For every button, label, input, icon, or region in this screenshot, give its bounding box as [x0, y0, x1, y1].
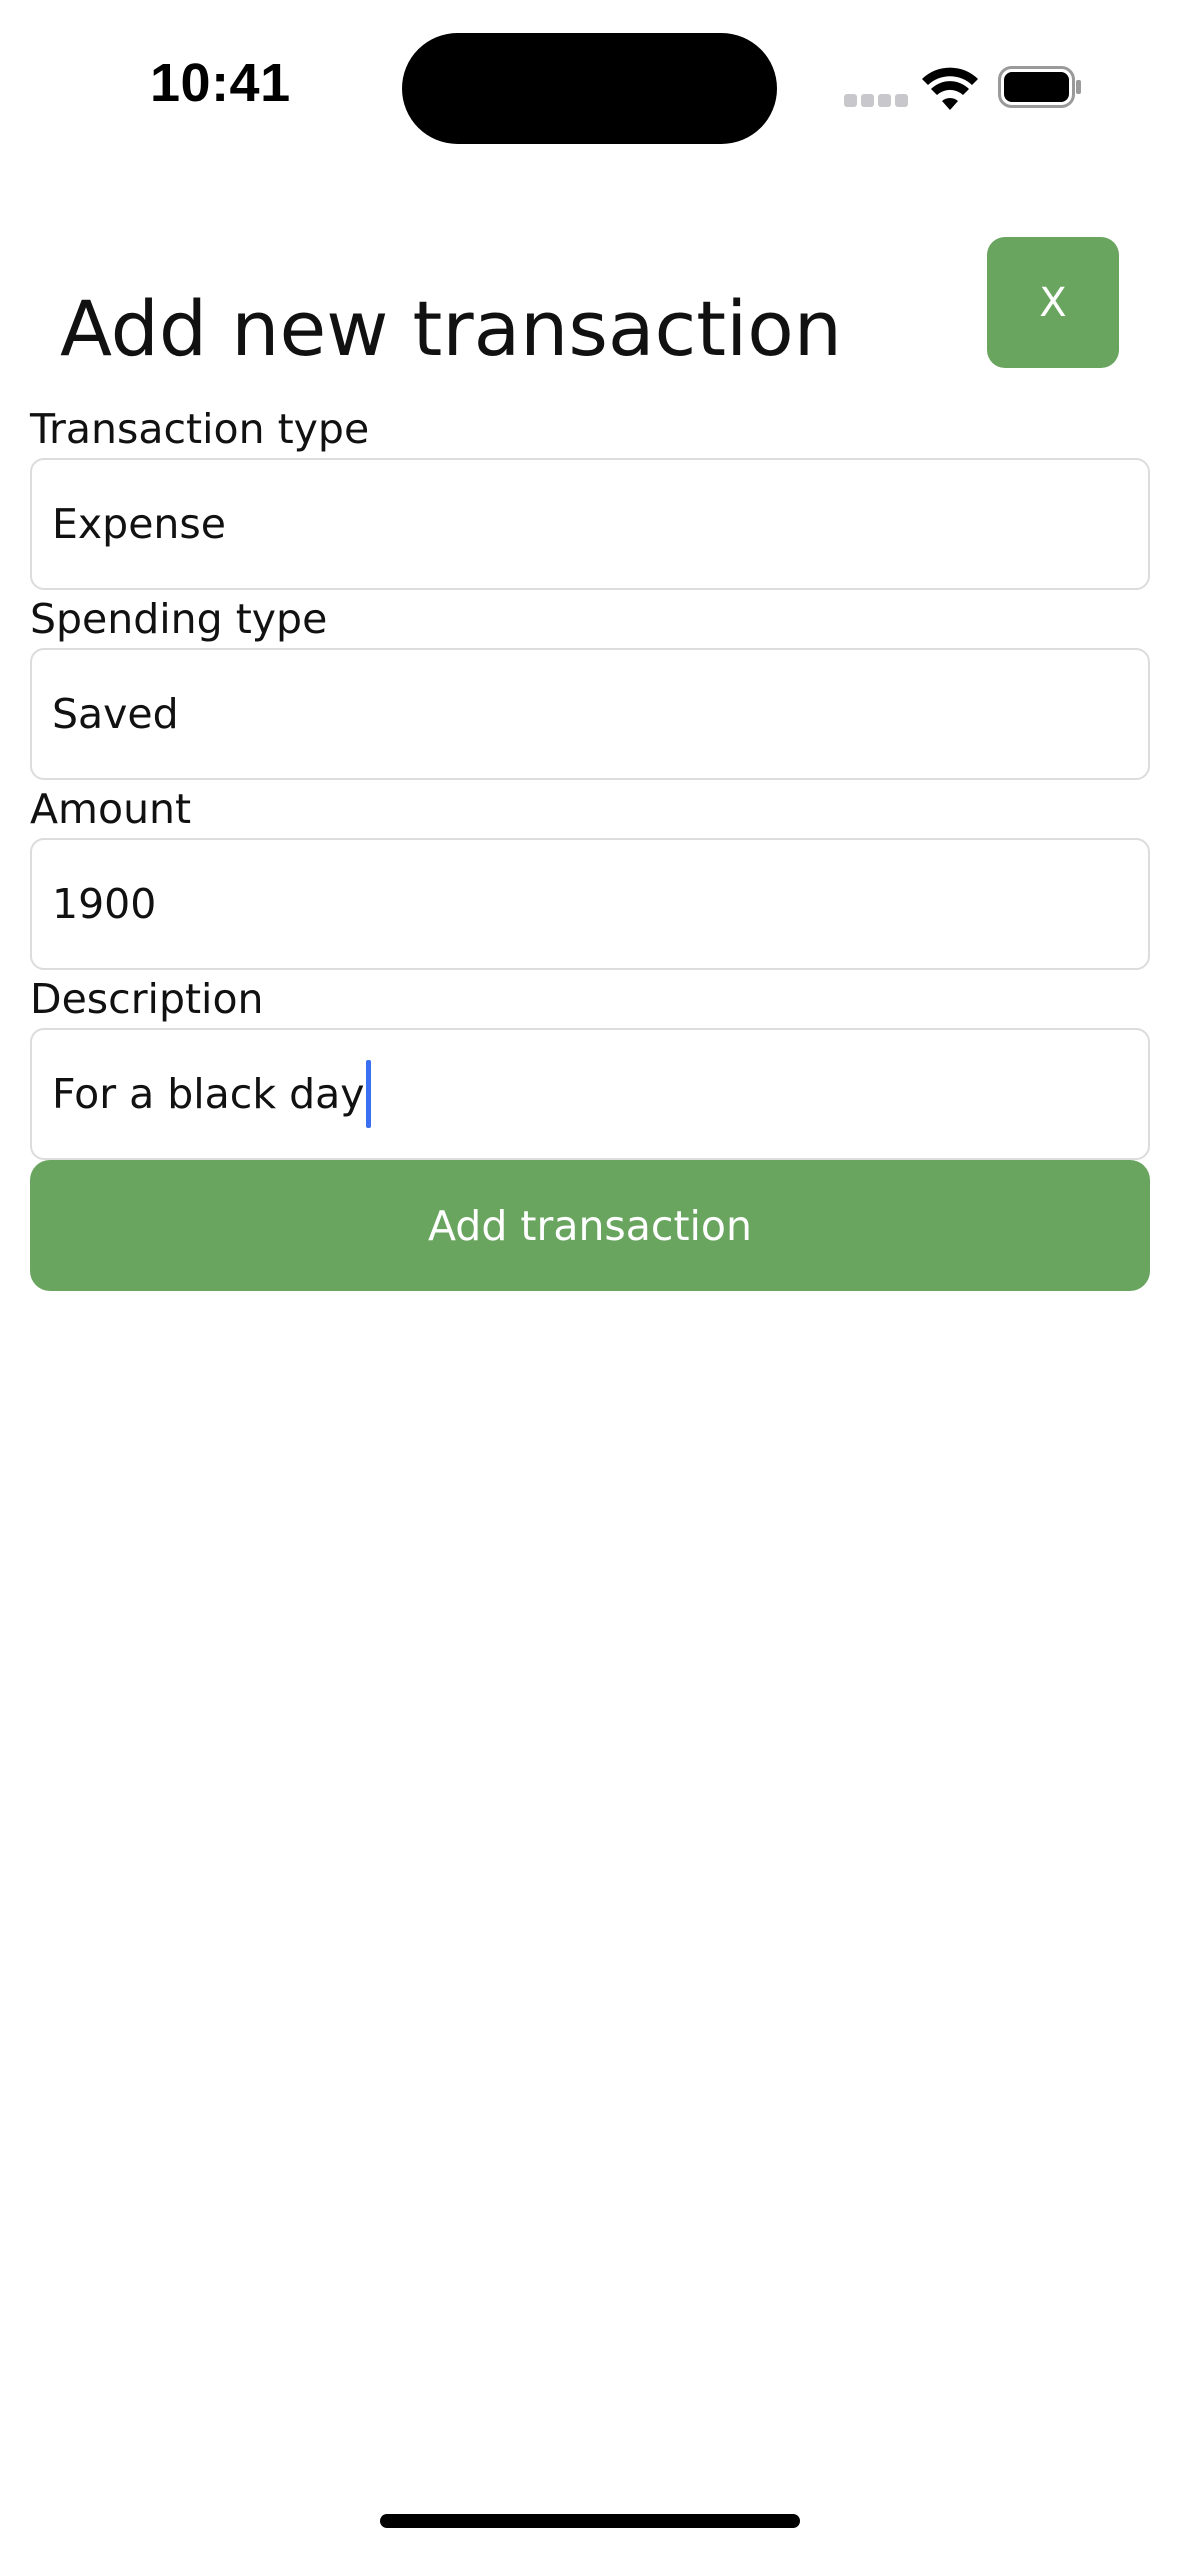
close-button[interactable]: X [987, 237, 1119, 368]
status-bar: 10:41 [0, 0, 1179, 150]
transaction-type-value: Expense [52, 500, 226, 548]
dynamic-island [402, 33, 777, 144]
cellular-signal-icon [844, 94, 908, 108]
amount-label: Amount [30, 785, 192, 833]
add-transaction-button[interactable]: Add transaction [30, 1160, 1150, 1291]
transaction-type-field[interactable]: Expense [30, 458, 1150, 590]
wifi-icon [922, 67, 978, 110]
text-cursor [365, 1060, 371, 1128]
status-time: 10:41 [150, 53, 291, 113]
battery-icon [998, 66, 1081, 108]
spending-type-field[interactable]: Saved [30, 648, 1150, 780]
description-label: Description [30, 975, 264, 1023]
page-title: Add new transaction [60, 283, 842, 373]
spending-type-label: Spending type [30, 595, 328, 643]
home-indicator[interactable] [380, 2514, 800, 2528]
description-value: For a black day [52, 1070, 365, 1118]
transaction-type-label: Transaction type [30, 405, 370, 453]
transaction-form: Transaction type Expense Spending type S… [30, 400, 1150, 1291]
amount-value: 1900 [52, 880, 157, 928]
amount-field[interactable]: 1900 [30, 838, 1150, 970]
description-field[interactable]: For a black day [30, 1028, 1150, 1160]
spending-type-value: Saved [52, 690, 179, 738]
